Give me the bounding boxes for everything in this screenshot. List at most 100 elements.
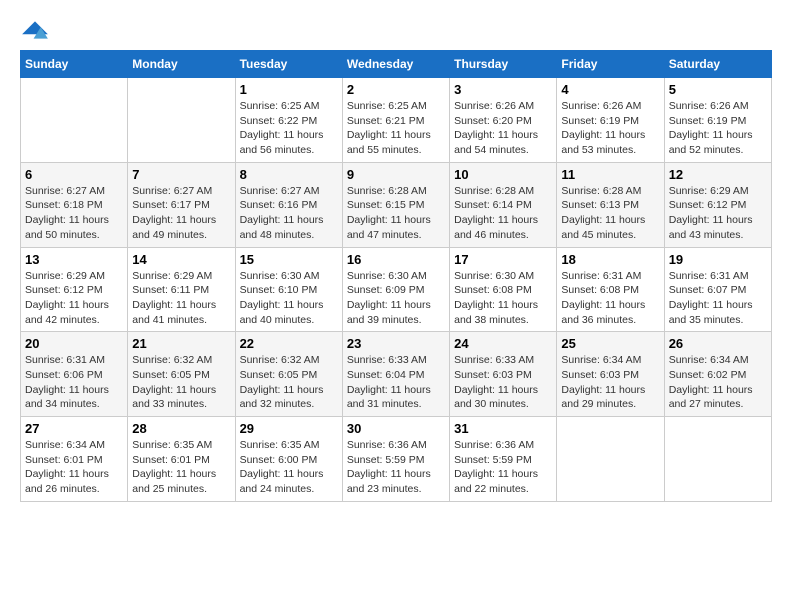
day-info: Sunrise: 6:31 AMSunset: 6:08 PMDaylight:… [561, 269, 659, 328]
day-number: 21 [132, 336, 230, 351]
day-info: Sunrise: 6:27 AMSunset: 6:18 PMDaylight:… [25, 184, 123, 243]
day-info: Sunrise: 6:32 AMSunset: 6:05 PMDaylight:… [132, 353, 230, 412]
day-number: 1 [240, 82, 338, 97]
calendar-day-cell: 4 Sunrise: 6:26 AMSunset: 6:19 PMDaylight… [557, 78, 664, 163]
calendar-day-cell: 6 Sunrise: 6:27 AMSunset: 6:18 PMDaylight… [21, 162, 128, 247]
day-info: Sunrise: 6:34 AMSunset: 6:02 PMDaylight:… [669, 353, 767, 412]
day-info: Sunrise: 6:30 AMSunset: 6:08 PMDaylight:… [454, 269, 552, 328]
calendar-day-cell: 2 Sunrise: 6:25 AMSunset: 6:21 PMDaylight… [342, 78, 449, 163]
calendar-day-cell: 10Sunrise: 6:28 AMSunset: 6:14 PMDayligh… [450, 162, 557, 247]
calendar-day-cell: 3 Sunrise: 6:26 AMSunset: 6:20 PMDaylight… [450, 78, 557, 163]
weekday-header: Sunday [21, 51, 128, 78]
day-number: 24 [454, 336, 552, 351]
day-number: 12 [669, 167, 767, 182]
day-number: 9 [347, 167, 445, 182]
day-number: 3 [454, 82, 552, 97]
day-number: 5 [669, 82, 767, 97]
day-number: 26 [669, 336, 767, 351]
weekday-header: Wednesday [342, 51, 449, 78]
calendar-day-cell: 15Sunrise: 6:30 AMSunset: 6:10 PMDayligh… [235, 247, 342, 332]
day-number: 16 [347, 252, 445, 267]
day-number: 20 [25, 336, 123, 351]
day-info: Sunrise: 6:33 AMSunset: 6:03 PMDaylight:… [454, 353, 552, 412]
calendar-day-cell: 16 Sunrise: 6:30 AMSunset: 6:09 PMDayligh… [342, 247, 449, 332]
calendar-week-row: 13Sunrise: 6:29 AMSunset: 6:12 PMDayligh… [21, 247, 772, 332]
day-info: Sunrise: 6:29 AMSunset: 6:12 PMDaylight:… [669, 184, 767, 243]
day-info: Sunrise: 6:34 AMSunset: 6:01 PMDaylight:… [25, 438, 123, 497]
day-number: 8 [240, 167, 338, 182]
day-info: Sunrise: 6:35 AMSunset: 6:00 PMDaylight:… [240, 438, 338, 497]
calendar-day-cell: 13Sunrise: 6:29 AMSunset: 6:12 PMDayligh… [21, 247, 128, 332]
calendar-day-cell: 12 Sunrise: 6:29 AMSunset: 6:12 PMDayligh… [664, 162, 771, 247]
day-number: 4 [561, 82, 659, 97]
day-info: Sunrise: 6:29 AMSunset: 6:12 PMDaylight:… [25, 269, 123, 328]
day-number: 31 [454, 421, 552, 436]
day-info: Sunrise: 6:35 AMSunset: 6:01 PMDaylight:… [132, 438, 230, 497]
calendar-day-cell: 31Sunrise: 6:36 AMSunset: 5:59 PMDayligh… [450, 417, 557, 502]
logo-icon [20, 20, 50, 40]
weekday-header: Monday [128, 51, 235, 78]
day-info: Sunrise: 6:26 AMSunset: 6:20 PMDaylight:… [454, 99, 552, 158]
weekday-header: Saturday [664, 51, 771, 78]
calendar-day-cell: 5Sunrise: 6:26 AMSunset: 6:19 PMDaylight… [664, 78, 771, 163]
calendar-day-cell: 20 Sunrise: 6:31 AMSunset: 6:06 PMDayligh… [21, 332, 128, 417]
calendar-day-cell: 25 Sunrise: 6:34 AMSunset: 6:03 PMDayligh… [557, 332, 664, 417]
calendar-day-cell: 30 Sunrise: 6:36 AMSunset: 5:59 PMDayligh… [342, 417, 449, 502]
day-number: 6 [25, 167, 123, 182]
day-info: Sunrise: 6:28 AMSunset: 6:13 PMDaylight:… [561, 184, 659, 243]
calendar-day-cell [21, 78, 128, 163]
calendar-day-cell [128, 78, 235, 163]
day-info: Sunrise: 6:31 AMSunset: 6:06 PMDaylight:… [25, 353, 123, 412]
calendar-day-cell: 8 Sunrise: 6:27 AMSunset: 6:16 PMDaylight… [235, 162, 342, 247]
calendar-day-cell: 17 Sunrise: 6:30 AMSunset: 6:08 PMDayligh… [450, 247, 557, 332]
day-number: 29 [240, 421, 338, 436]
day-number: 30 [347, 421, 445, 436]
day-info: Sunrise: 6:30 AMSunset: 6:09 PMDaylight:… [347, 269, 445, 328]
day-number: 27 [25, 421, 123, 436]
calendar-table: SundayMondayTuesdayWednesdayThursdayFrid… [20, 50, 772, 502]
day-number: 10 [454, 167, 552, 182]
day-number: 19 [669, 252, 767, 267]
day-number: 23 [347, 336, 445, 351]
calendar-day-cell: 28Sunrise: 6:35 AMSunset: 6:01 PMDayligh… [128, 417, 235, 502]
day-number: 17 [454, 252, 552, 267]
calendar-week-row: 27 Sunrise: 6:34 AMSunset: 6:01 PMDayligh… [21, 417, 772, 502]
calendar-week-row: 6 Sunrise: 6:27 AMSunset: 6:18 PMDaylight… [21, 162, 772, 247]
calendar-day-cell: 27 Sunrise: 6:34 AMSunset: 6:01 PMDayligh… [21, 417, 128, 502]
day-number: 25 [561, 336, 659, 351]
day-info: Sunrise: 6:26 AMSunset: 6:19 PMDaylight:… [561, 99, 659, 158]
calendar-day-cell: 19 Sunrise: 6:31 AMSunset: 6:07 PMDayligh… [664, 247, 771, 332]
day-info: Sunrise: 6:25 AMSunset: 6:22 PMDaylight:… [240, 99, 338, 158]
calendar-day-cell: 18Sunrise: 6:31 AMSunset: 6:08 PMDayligh… [557, 247, 664, 332]
day-number: 11 [561, 167, 659, 182]
calendar-day-cell: 23 Sunrise: 6:33 AMSunset: 6:04 PMDayligh… [342, 332, 449, 417]
day-info: Sunrise: 6:33 AMSunset: 6:04 PMDaylight:… [347, 353, 445, 412]
calendar-day-cell: 7 Sunrise: 6:27 AMSunset: 6:17 PMDaylight… [128, 162, 235, 247]
day-info: Sunrise: 6:34 AMSunset: 6:03 PMDaylight:… [561, 353, 659, 412]
calendar-day-cell: 14 Sunrise: 6:29 AMSunset: 6:11 PMDayligh… [128, 247, 235, 332]
calendar-day-cell: 24 Sunrise: 6:33 AMSunset: 6:03 PMDayligh… [450, 332, 557, 417]
day-number: 2 [347, 82, 445, 97]
day-number: 22 [240, 336, 338, 351]
calendar-week-row: 1 Sunrise: 6:25 AMSunset: 6:22 PMDaylight… [21, 78, 772, 163]
day-number: 15 [240, 252, 338, 267]
day-number: 7 [132, 167, 230, 182]
weekday-header: Friday [557, 51, 664, 78]
calendar-day-cell: 1 Sunrise: 6:25 AMSunset: 6:22 PMDaylight… [235, 78, 342, 163]
day-info: Sunrise: 6:36 AMSunset: 5:59 PMDaylight:… [347, 438, 445, 497]
day-info: Sunrise: 6:31 AMSunset: 6:07 PMDaylight:… [669, 269, 767, 328]
weekday-header: Thursday [450, 51, 557, 78]
calendar-day-cell [557, 417, 664, 502]
day-info: Sunrise: 6:27 AMSunset: 6:16 PMDaylight:… [240, 184, 338, 243]
calendar-day-cell [664, 417, 771, 502]
day-info: Sunrise: 6:27 AMSunset: 6:17 PMDaylight:… [132, 184, 230, 243]
calendar-day-cell: 11 Sunrise: 6:28 AMSunset: 6:13 PMDayligh… [557, 162, 664, 247]
day-number: 14 [132, 252, 230, 267]
calendar-day-cell: 26 Sunrise: 6:34 AMSunset: 6:02 PMDayligh… [664, 332, 771, 417]
calendar-day-cell: 29 Sunrise: 6:35 AMSunset: 6:00 PMDayligh… [235, 417, 342, 502]
calendar-header-row: SundayMondayTuesdayWednesdayThursdayFrid… [21, 51, 772, 78]
day-info: Sunrise: 6:25 AMSunset: 6:21 PMDaylight:… [347, 99, 445, 158]
page-header [20, 20, 772, 40]
day-info: Sunrise: 6:29 AMSunset: 6:11 PMDaylight:… [132, 269, 230, 328]
weekday-header: Tuesday [235, 51, 342, 78]
